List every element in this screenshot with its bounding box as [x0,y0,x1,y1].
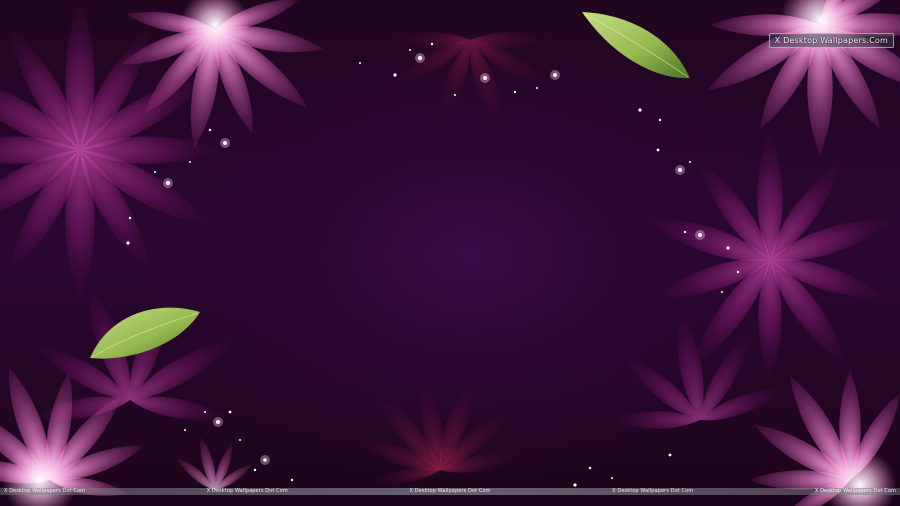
watermark-text: X Desktop Wallpapers Dot Com [814,488,896,494]
watermark-text: X Desktop Wallpapers Dot Com [612,488,694,494]
watermark-text: X Desktop Wallpapers Dot Com [409,488,491,494]
flower-dark-red-bottom [352,372,521,489]
wallpaper: X Desktop Wallpapers.Com X Desktop Wallp… [0,0,900,506]
flower-pink-small-bottom [173,435,255,494]
watermark-text: X Desktop Wallpapers Dot Com [206,488,288,494]
watermark-text: X Desktop Wallpapers Dot Com [4,488,86,494]
flower-dark-top [387,32,553,138]
floral-artwork [0,0,900,506]
watermark-strip-text: X Desktop Wallpapers Dot Com X Desktop W… [0,488,900,495]
watermark-badge: X Desktop Wallpapers.Com [768,33,894,48]
